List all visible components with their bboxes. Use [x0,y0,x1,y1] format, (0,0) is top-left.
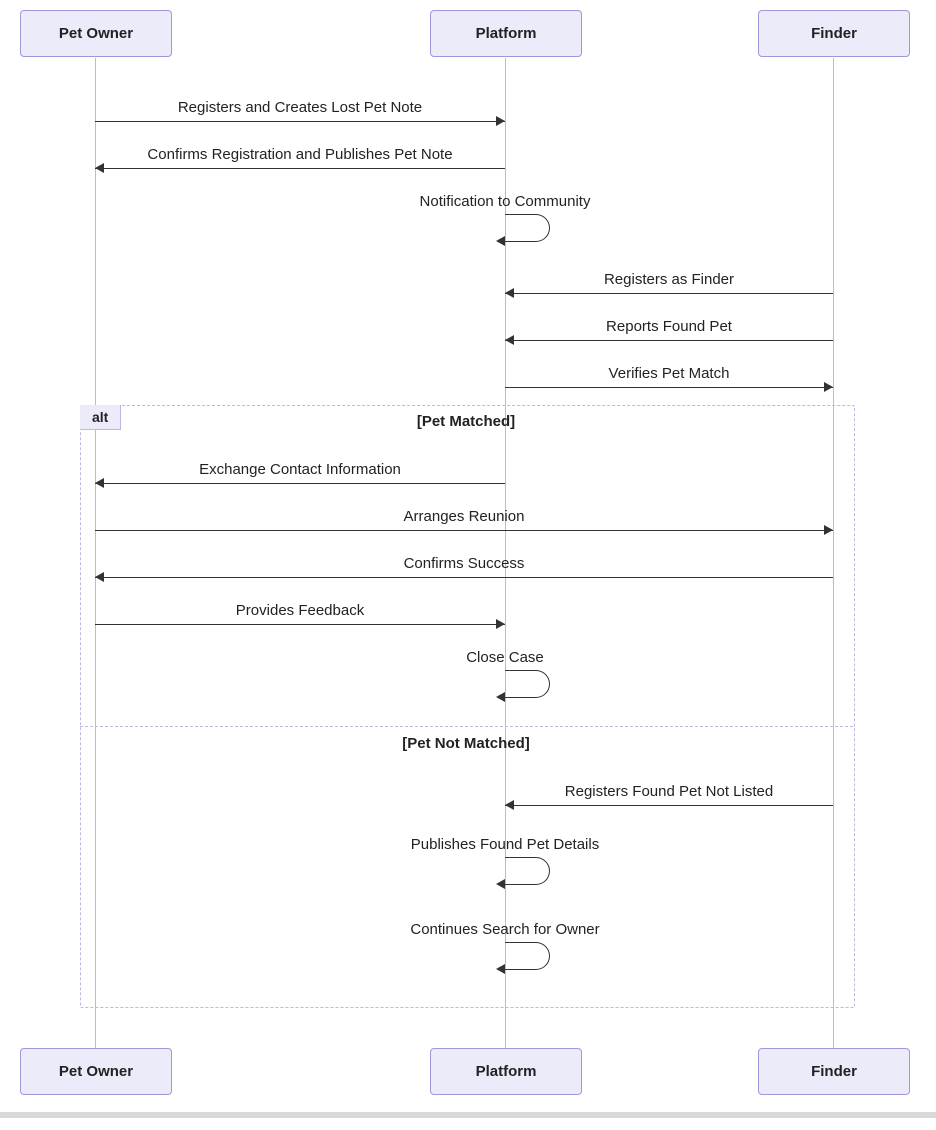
arrowhead-icon [505,800,514,810]
message-label: Notification to Community [420,193,591,210]
arrowhead-icon [95,163,104,173]
alt-label: alt [80,405,121,430]
actor-label: Pet Owner [59,1063,133,1080]
actor-pet-owner-bottom: Pet Owner [20,1048,172,1095]
message-arrow [95,168,505,169]
message-label: Close Case [466,649,544,666]
actor-label: Finder [811,1063,857,1080]
message-label: Registers and Creates Lost Pet Note [178,99,422,116]
alt-condition: [Pet Matched] [417,413,515,430]
arrowhead-icon [505,288,514,298]
selfloop-arrow [505,670,550,698]
message-label: Registers Found Pet Not Listed [565,783,773,800]
message-label: Provides Feedback [236,602,364,619]
actor-pet-owner-top: Pet Owner [20,10,172,57]
bottom-bar [0,1112,936,1118]
actor-finder-bottom: Finder [758,1048,910,1095]
actor-label: Pet Owner [59,25,133,42]
selfloop-arrow [505,857,550,885]
actor-platform-top: Platform [430,10,582,57]
arrowhead-icon [496,116,505,126]
actor-label: Platform [476,1063,537,1080]
arrowhead-icon [95,478,104,488]
message-label: Registers as Finder [604,271,734,288]
message-label: Exchange Contact Information [199,461,401,478]
message-label: Reports Found Pet [606,318,732,335]
message-arrow [95,121,505,122]
selfloop-arrow [505,214,550,242]
message-label: Confirms Registration and Publishes Pet … [147,146,452,163]
message-arrow [505,805,833,806]
message-label: Verifies Pet Match [609,365,730,382]
message-label: Confirms Success [404,555,525,572]
arrowhead-icon [824,525,833,535]
actor-platform-bottom: Platform [430,1048,582,1095]
message-arrow [95,483,505,484]
selfloop-arrow [505,942,550,970]
arrowhead-icon [505,335,514,345]
actor-label: Platform [476,25,537,42]
message-arrow [95,624,505,625]
message-label: Continues Search for Owner [410,921,599,938]
alt-divider [80,726,853,727]
alt-fragment [80,405,855,1008]
message-arrow [505,293,833,294]
actor-label: Finder [811,25,857,42]
message-label: Publishes Found Pet Details [411,836,599,853]
arrowhead-icon [496,619,505,629]
sequence-diagram: Pet Owner Platform Finder Registers and … [0,0,936,1130]
alt-condition: [Pet Not Matched] [402,735,530,752]
message-arrow [505,387,833,388]
arrowhead-icon [95,572,104,582]
message-arrow [95,577,833,578]
message-arrow [95,530,833,531]
message-label: Arranges Reunion [404,508,525,525]
message-arrow [505,340,833,341]
actor-finder-top: Finder [758,10,910,57]
arrowhead-icon [824,382,833,392]
